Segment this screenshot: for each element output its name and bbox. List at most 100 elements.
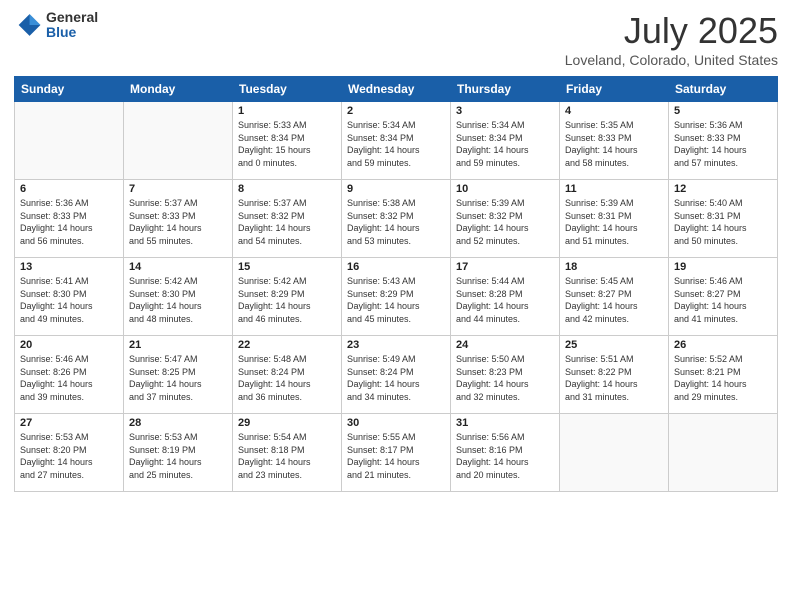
calendar-cell: 17Sunrise: 5:44 AM Sunset: 8:28 PM Dayli… <box>451 258 560 336</box>
calendar-cell: 12 Sunrise: 5:40 AM Sunset: 8:31 PM Dayli… <box>669 180 778 258</box>
day-number: 13 <box>20 261 118 273</box>
calendar-cell: 5Sunrise: 5:36 AM Sunset: 8:33 PM Daylig… <box>669 102 778 180</box>
day-number: 7 <box>129 183 227 195</box>
day-number: 15 <box>238 261 336 273</box>
day-info: Sunrise: 5:46 AM Sunset: 8:26 PM Dayligh… <box>20 353 118 403</box>
calendar-cell: 24 Sunrise: 5:50 AM Sunset: 8:23 PM Dayli… <box>451 336 560 414</box>
col-friday: Friday <box>560 77 669 102</box>
col-saturday: Saturday <box>669 77 778 102</box>
calendar-cell: 13 Sunrise: 5:41 AM Sunset: 8:30 PM Dayli… <box>15 258 124 336</box>
calendar-cell: 22 Sunrise: 5:48 AM Sunset: 8:24 PM Dayli… <box>233 336 342 414</box>
day-number: 22 <box>238 339 336 351</box>
calendar-cell: 21 Sunrise: 5:47 AM Sunset: 8:25 PM Dayli… <box>124 336 233 414</box>
day-number: 4 <box>565 105 663 117</box>
day-number: 29 <box>238 417 336 429</box>
calendar-cell: 10 Sunrise: 5:39 AM Sunset: 8:32 PM Dayli… <box>451 180 560 258</box>
calendar-cell: 18 Sunrise: 5:45 AM Sunset: 8:27 PM Dayli… <box>560 258 669 336</box>
day-info: Sunrise: 5:40 AM Sunset: 8:31 PM Dayligh… <box>674 197 772 247</box>
calendar-cell: 25 Sunrise: 5:51 AM Sunset: 8:22 PM Dayli… <box>560 336 669 414</box>
calendar-week-2: 13 Sunrise: 5:41 AM Sunset: 8:30 PM Dayli… <box>15 258 778 336</box>
day-number: 26 <box>674 339 772 351</box>
calendar-cell: 8 Sunrise: 5:37 AM Sunset: 8:32 PM Daylig… <box>233 180 342 258</box>
calendar-cell: 19 Sunrise: 5:46 AM Sunset: 8:27 PM Dayli… <box>669 258 778 336</box>
calendar-cell: 23 Sunrise: 5:49 AM Sunset: 8:24 PM Dayli… <box>342 336 451 414</box>
logo-general: General <box>46 10 98 25</box>
day-info: Sunrise: 5:39 AM Sunset: 8:31 PM Dayligh… <box>565 197 663 247</box>
calendar-cell: 14 Sunrise: 5:42 AM Sunset: 8:30 PM Dayli… <box>124 258 233 336</box>
calendar-cell <box>124 102 233 180</box>
main-title: July 2025 <box>565 10 778 52</box>
calendar-cell: 7 Sunrise: 5:37 AM Sunset: 8:33 PM Daylig… <box>124 180 233 258</box>
day-info: Sunrise: 5:53 AM Sunset: 8:20 PM Dayligh… <box>20 431 118 481</box>
col-tuesday: Tuesday <box>233 77 342 102</box>
day-info: Sunrise: 5:35 AM Sunset: 8:33 PM Dayligh… <box>565 119 663 169</box>
day-info: Sunrise: 5:49 AM Sunset: 8:24 PM Dayligh… <box>347 353 445 403</box>
calendar-cell: 27Sunrise: 5:53 AM Sunset: 8:20 PM Dayli… <box>15 414 124 492</box>
logo-text: General Blue <box>46 10 98 41</box>
day-number: 21 <box>129 339 227 351</box>
day-number: 2 <box>347 105 445 117</box>
day-number: 20 <box>20 339 118 351</box>
day-number: 19 <box>674 261 772 273</box>
day-number: 12 <box>674 183 772 195</box>
calendar-week-4: 27Sunrise: 5:53 AM Sunset: 8:20 PM Dayli… <box>15 414 778 492</box>
day-info: Sunrise: 5:34 AM Sunset: 8:34 PM Dayligh… <box>456 119 554 169</box>
col-wednesday: Wednesday <box>342 77 451 102</box>
day-number: 31 <box>456 417 554 429</box>
calendar-cell: 26Sunrise: 5:52 AM Sunset: 8:21 PM Dayli… <box>669 336 778 414</box>
calendar-cell: 3Sunrise: 5:34 AM Sunset: 8:34 PM Daylig… <box>451 102 560 180</box>
day-info: Sunrise: 5:54 AM Sunset: 8:18 PM Dayligh… <box>238 431 336 481</box>
day-info: Sunrise: 5:37 AM Sunset: 8:32 PM Dayligh… <box>238 197 336 247</box>
day-number: 28 <box>129 417 227 429</box>
calendar-cell: 16 Sunrise: 5:43 AM Sunset: 8:29 PM Dayli… <box>342 258 451 336</box>
calendar-week-3: 20 Sunrise: 5:46 AM Sunset: 8:26 PM Dayli… <box>15 336 778 414</box>
day-info: Sunrise: 5:37 AM Sunset: 8:33 PM Dayligh… <box>129 197 227 247</box>
subtitle: Loveland, Colorado, United States <box>565 52 778 68</box>
calendar-table: Sunday Monday Tuesday Wednesday Thursday… <box>14 76 778 492</box>
day-number: 25 <box>565 339 663 351</box>
logo-blue: Blue <box>46 25 98 40</box>
day-number: 30 <box>347 417 445 429</box>
calendar-cell: 1Sunrise: 5:33 AM Sunset: 8:34 PM Daylig… <box>233 102 342 180</box>
day-number: 18 <box>565 261 663 273</box>
calendar-week-1: 6Sunrise: 5:36 AM Sunset: 8:33 PM Daylig… <box>15 180 778 258</box>
calendar-cell: 2 Sunrise: 5:34 AM Sunset: 8:34 PM Daylig… <box>342 102 451 180</box>
day-info: Sunrise: 5:36 AM Sunset: 8:33 PM Dayligh… <box>674 119 772 169</box>
day-number: 8 <box>238 183 336 195</box>
calendar-cell: 20 Sunrise: 5:46 AM Sunset: 8:26 PM Dayli… <box>15 336 124 414</box>
day-info: Sunrise: 5:39 AM Sunset: 8:32 PM Dayligh… <box>456 197 554 247</box>
day-info: Sunrise: 5:48 AM Sunset: 8:24 PM Dayligh… <box>238 353 336 403</box>
day-info: Sunrise: 5:55 AM Sunset: 8:17 PM Dayligh… <box>347 431 445 481</box>
day-info: Sunrise: 5:46 AM Sunset: 8:27 PM Dayligh… <box>674 275 772 325</box>
day-number: 23 <box>347 339 445 351</box>
day-number: 14 <box>129 261 227 273</box>
day-number: 16 <box>347 261 445 273</box>
calendar-week-0: 1Sunrise: 5:33 AM Sunset: 8:34 PM Daylig… <box>15 102 778 180</box>
col-monday: Monday <box>124 77 233 102</box>
title-block: July 2025 Loveland, Colorado, United Sta… <box>565 10 778 68</box>
day-info: Sunrise: 5:42 AM Sunset: 8:30 PM Dayligh… <box>129 275 227 325</box>
day-info: Sunrise: 5:53 AM Sunset: 8:19 PM Dayligh… <box>129 431 227 481</box>
day-info: Sunrise: 5:50 AM Sunset: 8:23 PM Dayligh… <box>456 353 554 403</box>
header: General Blue July 2025 Loveland, Colorad… <box>14 10 778 68</box>
col-thursday: Thursday <box>451 77 560 102</box>
day-number: 10 <box>456 183 554 195</box>
calendar-cell <box>669 414 778 492</box>
calendar-cell: 29 Sunrise: 5:54 AM Sunset: 8:18 PM Dayli… <box>233 414 342 492</box>
calendar-cell: 11 Sunrise: 5:39 AM Sunset: 8:31 PM Dayli… <box>560 180 669 258</box>
day-info: Sunrise: 5:47 AM Sunset: 8:25 PM Dayligh… <box>129 353 227 403</box>
day-info: Sunrise: 5:45 AM Sunset: 8:27 PM Dayligh… <box>565 275 663 325</box>
calendar-header: Sunday Monday Tuesday Wednesday Thursday… <box>15 77 778 102</box>
logo: General Blue <box>14 10 98 41</box>
day-number: 1 <box>238 105 336 117</box>
day-info: Sunrise: 5:34 AM Sunset: 8:34 PM Dayligh… <box>347 119 445 169</box>
day-info: Sunrise: 5:43 AM Sunset: 8:29 PM Dayligh… <box>347 275 445 325</box>
day-number: 11 <box>565 183 663 195</box>
day-info: Sunrise: 5:41 AM Sunset: 8:30 PM Dayligh… <box>20 275 118 325</box>
day-info: Sunrise: 5:56 AM Sunset: 8:16 PM Dayligh… <box>456 431 554 481</box>
day-number: 24 <box>456 339 554 351</box>
day-info: Sunrise: 5:44 AM Sunset: 8:28 PM Dayligh… <box>456 275 554 325</box>
day-info: Sunrise: 5:51 AM Sunset: 8:22 PM Dayligh… <box>565 353 663 403</box>
calendar-cell: 15 Sunrise: 5:42 AM Sunset: 8:29 PM Dayli… <box>233 258 342 336</box>
day-info: Sunrise: 5:42 AM Sunset: 8:29 PM Dayligh… <box>238 275 336 325</box>
